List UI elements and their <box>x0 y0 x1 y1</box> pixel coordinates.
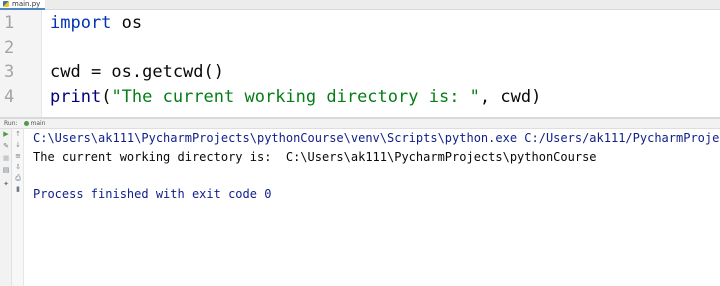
line-number: 2 <box>4 38 15 58</box>
down-arrow-icon[interactable]: ↓ <box>14 141 22 149</box>
editor-tab-strip: main.py <box>0 0 720 10</box>
rerun-icon[interactable]: ▶ <box>2 130 10 138</box>
tab-label: main.py <box>12 0 41 8</box>
stop-icon[interactable]: ■ <box>2 154 10 162</box>
string-literal: "The current working directory is: " <box>111 87 480 107</box>
wrench-icon[interactable]: ✎ <box>2 142 10 150</box>
layout-icon[interactable]: ▤ <box>2 166 10 174</box>
soft-wrap-icon[interactable]: ≡ <box>14 152 22 160</box>
code-line-3[interactable]: cwd = os.getcwd() <box>50 61 224 83</box>
run-title: Run: <box>4 119 18 127</box>
run-tool-window-header: Run: main <box>0 119 720 129</box>
code-editor[interactable]: 1 2 3 4 import os cwd = os.getcwd() prin… <box>0 10 720 117</box>
console-command-line: C:\Users\ak111\PycharmProjects\pythonCou… <box>33 131 720 145</box>
line-number: 3 <box>4 62 15 82</box>
print-icon[interactable]: ⎙ <box>14 174 22 182</box>
console-toolbar: ↑ ↓ ≡ ⇩ ⎙ ▮ <box>12 129 24 286</box>
trash-icon[interactable]: ▮ <box>14 185 22 193</box>
python-file-icon <box>3 1 9 7</box>
code-line-1[interactable]: import os <box>50 12 142 34</box>
console-output-line: The current working directory is: C:\Use… <box>33 150 597 164</box>
code-line-4[interactable]: print("The current working directory is:… <box>50 86 541 108</box>
code-text: cwd = os.getcwd() <box>50 62 224 82</box>
function-print: print <box>50 87 102 107</box>
line-number: 4 <box>4 87 15 107</box>
up-arrow-icon[interactable]: ↑ <box>14 130 22 138</box>
keyword-import: import <box>50 13 112 33</box>
code-paren: ( <box>101 87 112 107</box>
code-text: os <box>111 13 143 33</box>
line-number: 1 <box>4 13 15 33</box>
pin-icon[interactable]: ✦ <box>2 180 10 188</box>
code-text: , cwd) <box>479 87 542 107</box>
console-exit-line: Process finished with exit code 0 <box>33 187 272 201</box>
scroll-to-end-icon[interactable]: ⇩ <box>14 163 22 171</box>
line-number-gutter: 1 2 3 4 <box>0 10 42 117</box>
python-run-config-icon <box>23 121 29 126</box>
run-config-label: main <box>30 119 46 127</box>
tab-main-py[interactable]: main.py <box>0 0 46 10</box>
run-config-tab[interactable]: main <box>23 119 46 128</box>
run-toolbar: ▶ ✎ ■ ▤ ✦ <box>0 129 12 286</box>
run-console[interactable]: C:\Users\ak111\PycharmProjects\pythonCou… <box>24 129 720 286</box>
